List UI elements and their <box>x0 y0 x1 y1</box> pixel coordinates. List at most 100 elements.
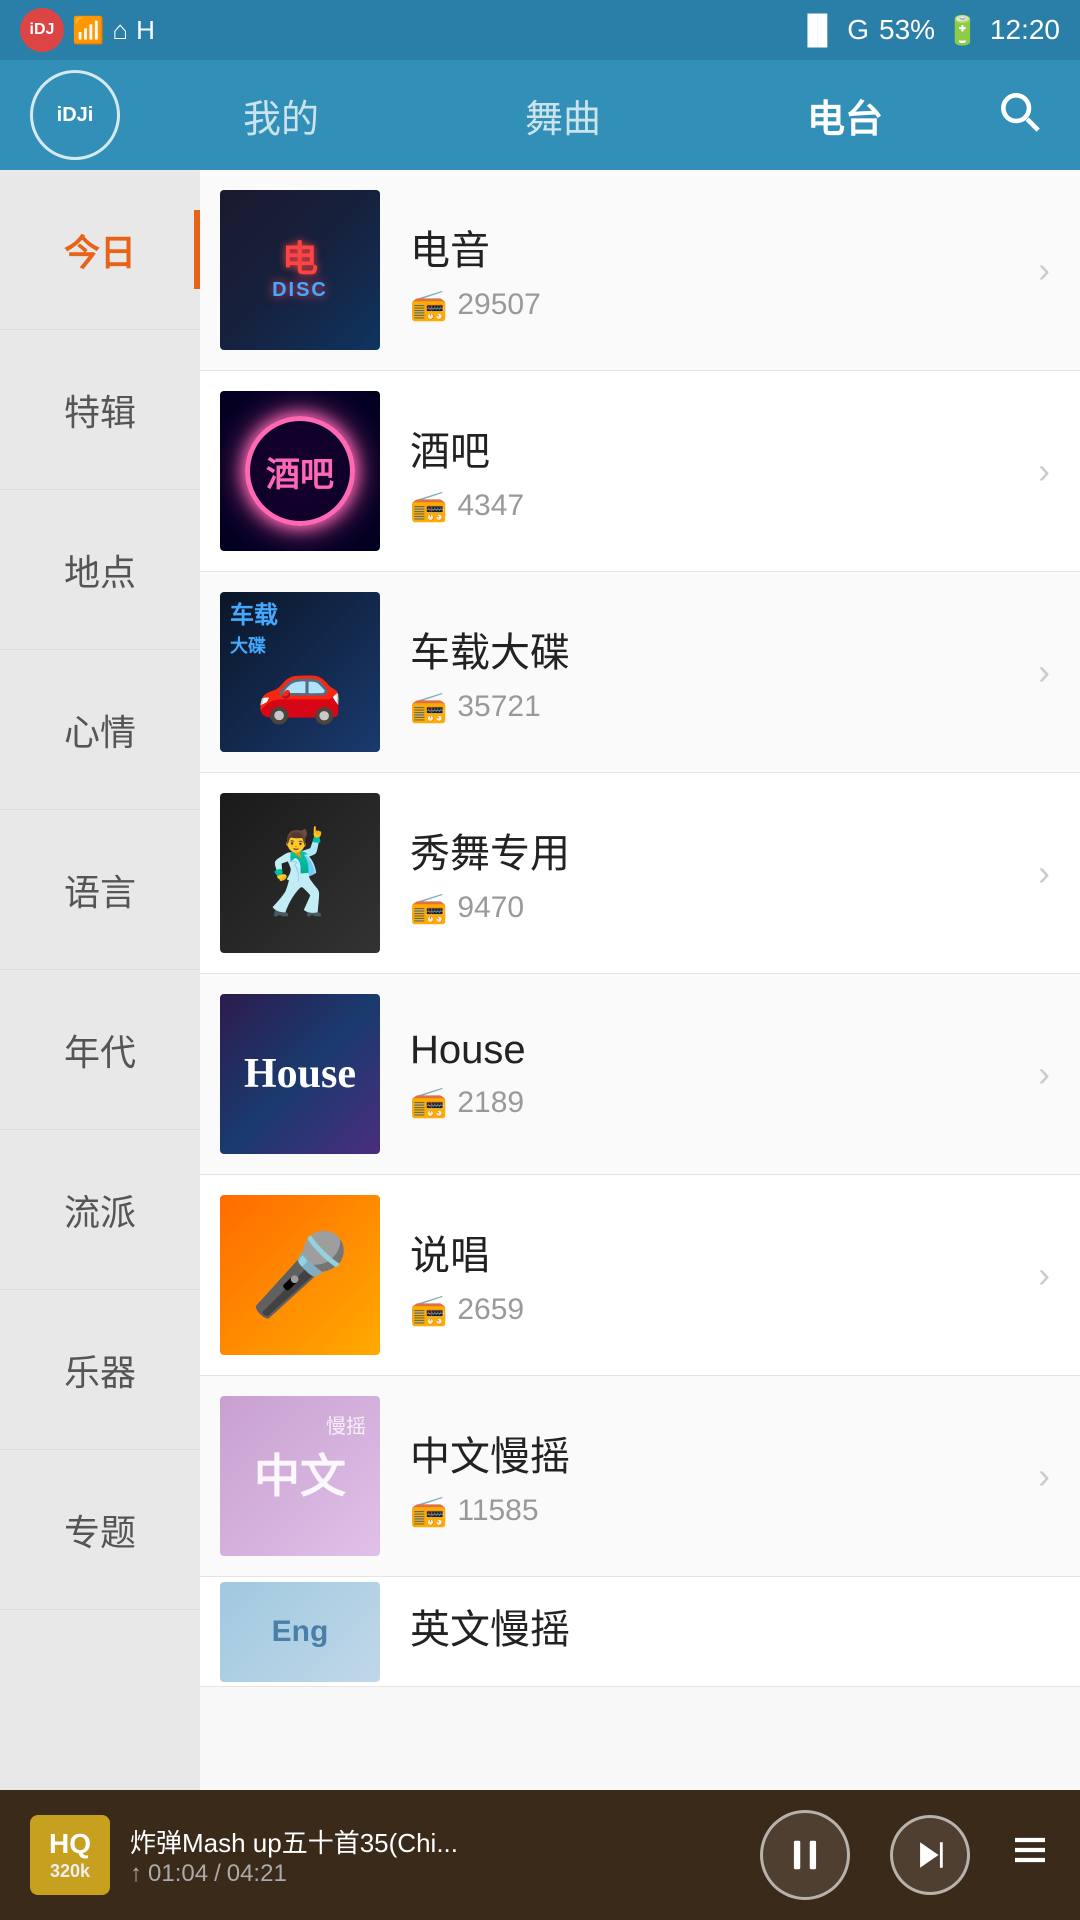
sidebar-item-era[interactable]: 年代 <box>0 970 200 1130</box>
radio-name: 说唱 <box>410 1223 1018 1281</box>
chevron-right-icon: › <box>1018 1254 1050 1296</box>
listener-count: 2659 <box>457 1293 524 1327</box>
chevron-right-icon: › <box>1018 852 1050 894</box>
sidebar-label-mood: 心情 <box>64 704 136 756</box>
list-item[interactable]: 🎤 说唱 📻 2659 › <box>200 1175 1080 1376</box>
radio-listeners: 📻 2189 <box>410 1085 1018 1120</box>
sidebar-label-special: 特辑 <box>64 384 136 436</box>
chevron-right-icon: › <box>1018 1053 1050 1095</box>
time-total: 04:21 <box>227 1860 287 1888</box>
tab-radio[interactable]: 电台 <box>787 78 903 153</box>
listener-count: 4347 <box>457 489 524 523</box>
signal-icon: 📻 <box>410 288 447 323</box>
next-button[interactable] <box>890 1815 970 1895</box>
sidebar-item-language[interactable]: 语言 <box>0 810 200 970</box>
sidebar-item-special[interactable]: 特辑 <box>0 330 200 490</box>
list-item[interactable]: 酒吧 酒吧 📻 4347 › <box>200 371 1080 572</box>
tab-dance[interactable]: 舞曲 <box>505 78 621 153</box>
header-nav: iDJi 我的 舞曲 电台 <box>0 60 1080 170</box>
radio-info: 秀舞专用 📻 9470 <box>410 821 1018 926</box>
search-button[interactable] <box>986 78 1050 153</box>
radio-thumb-jiuba: 酒吧 <box>220 391 380 551</box>
status-bar: iDJ 📶 ⌂ H ▐▌ G 53% 🔋 12:20 <box>0 0 1080 60</box>
chevron-right-icon: › <box>1018 1455 1050 1497</box>
signal-icon: 📻 <box>410 891 447 926</box>
radio-info: 英文慢摇 <box>410 1597 1050 1667</box>
sidebar-label-today: 今日 <box>64 224 136 276</box>
list-item[interactable]: 🕺 秀舞专用 📻 9470 › <box>200 773 1080 974</box>
radio-info: 电音 📻 29507 <box>410 218 1018 323</box>
quality-badge: HQ 320k <box>30 1815 110 1895</box>
chevron-right-icon: › <box>1018 450 1050 492</box>
radio-listeners: 📻 4347 <box>410 489 1018 524</box>
chevron-right-icon: › <box>1018 249 1050 291</box>
sidebar-label-topic: 专题 <box>64 1504 136 1556</box>
signal-icon: 📻 <box>410 1293 447 1328</box>
sidebar-item-today[interactable]: 今日 <box>0 170 200 330</box>
list-item[interactable]: 中文 慢摇 中文慢摇 📻 11585 › <box>200 1376 1080 1577</box>
status-right: ▐▌ G 53% 🔋 12:20 <box>798 14 1060 47</box>
sidebar-label-place: 地点 <box>64 544 136 596</box>
time-separator: / <box>214 1860 221 1888</box>
radio-name: 中文慢摇 <box>410 1424 1018 1482</box>
sidebar-item-place[interactable]: 地点 <box>0 490 200 650</box>
wifi-icon: 📶 <box>72 15 104 46</box>
sidebar-item-instrument[interactable]: 乐器 <box>0 1290 200 1450</box>
app-logo: iDJi <box>30 70 120 160</box>
listener-count: 29507 <box>457 288 540 322</box>
jiuba-circle: 酒吧 <box>245 416 355 526</box>
network-h-icon: H <box>136 15 155 46</box>
list-item[interactable]: Eng 英文慢摇 <box>200 1577 1080 1687</box>
nav-tabs: 我的 舞曲 电台 <box>140 78 986 153</box>
radio-name: 秀舞专用 <box>410 821 1018 879</box>
pause-button[interactable] <box>760 1810 850 1900</box>
sidebar-item-topic[interactable]: 专题 <box>0 1450 200 1610</box>
dj-logo-badge: iDJ <box>20 8 64 52</box>
radio-thumb-xiuwu: 🕺 <box>220 793 380 953</box>
signal-icon: 📻 <box>410 1494 447 1529</box>
listener-count: 2189 <box>457 1086 524 1120</box>
bottom-player: HQ 320k 炸弹Mash up五十首35(Chi... ↑ 01:04 / … <box>0 1790 1080 1920</box>
list-item[interactable]: House House 📻 2189 › <box>200 974 1080 1175</box>
list-item[interactable]: 车载大碟 🚗 车载大碟 📻 35721 › <box>200 572 1080 773</box>
sidebar-label-genre: 流派 <box>64 1184 136 1236</box>
player-time: ↑ 01:04 / 04:21 <box>130 1860 740 1888</box>
upload-icon: ↑ <box>130 1860 142 1888</box>
signal-bars-icon: ▐▌ <box>798 14 838 46</box>
list-item[interactable]: 电 DISC 电音 📻 29507 › <box>200 170 1080 371</box>
radio-thumb-zhongwen: 中文 慢摇 <box>220 1396 380 1556</box>
main-content: 今日 特辑 地点 心情 语言 年代 流派 乐器 专题 <box>0 170 1080 1820</box>
chevron-right-icon: › <box>1018 651 1050 693</box>
playlist-button[interactable] <box>1010 1830 1050 1880</box>
sidebar-label-instrument: 乐器 <box>64 1344 136 1396</box>
sidebar-item-genre[interactable]: 流派 <box>0 1130 200 1290</box>
radio-name: 车载大碟 <box>410 620 1018 678</box>
radio-listeners: 📻 35721 <box>410 690 1018 725</box>
radio-info: 说唱 📻 2659 <box>410 1223 1018 1328</box>
network-g-icon: G <box>847 14 869 46</box>
player-controls <box>760 1810 1050 1900</box>
battery-percent: 53% <box>879 14 935 46</box>
radio-listeners: 📻 29507 <box>410 288 1018 323</box>
radio-thumb-yingwen: Eng <box>220 1582 380 1682</box>
logo-text: iDJi <box>57 104 94 127</box>
radio-thumb-house: House <box>220 994 380 1154</box>
tab-my[interactable]: 我的 <box>223 78 339 153</box>
home-icon: ⌂ <box>112 15 128 46</box>
player-title: 炸弹Mash up五十首35(Chi... <box>130 1823 740 1860</box>
radio-thumb-chezai: 车载大碟 🚗 <box>220 592 380 752</box>
radio-info: House 📻 2189 <box>410 1028 1018 1120</box>
radio-info: 中文慢摇 📻 11585 <box>410 1424 1018 1529</box>
radio-thumb-shuochang: 🎤 <box>220 1195 380 1355</box>
listener-count: 35721 <box>457 690 540 724</box>
signal-icon: 📻 <box>410 489 447 524</box>
radio-listeners: 📻 9470 <box>410 891 1018 926</box>
status-left: iDJ 📶 ⌂ H <box>20 8 155 52</box>
radio-listeners: 📻 2659 <box>410 1293 1018 1328</box>
sidebar-label-era: 年代 <box>64 1024 136 1076</box>
sidebar-item-mood[interactable]: 心情 <box>0 650 200 810</box>
sidebar-label-language: 语言 <box>64 864 136 916</box>
radio-info: 车载大碟 📻 35721 <box>410 620 1018 725</box>
radio-name: 酒吧 <box>410 419 1018 477</box>
listener-count: 9470 <box>457 891 524 925</box>
